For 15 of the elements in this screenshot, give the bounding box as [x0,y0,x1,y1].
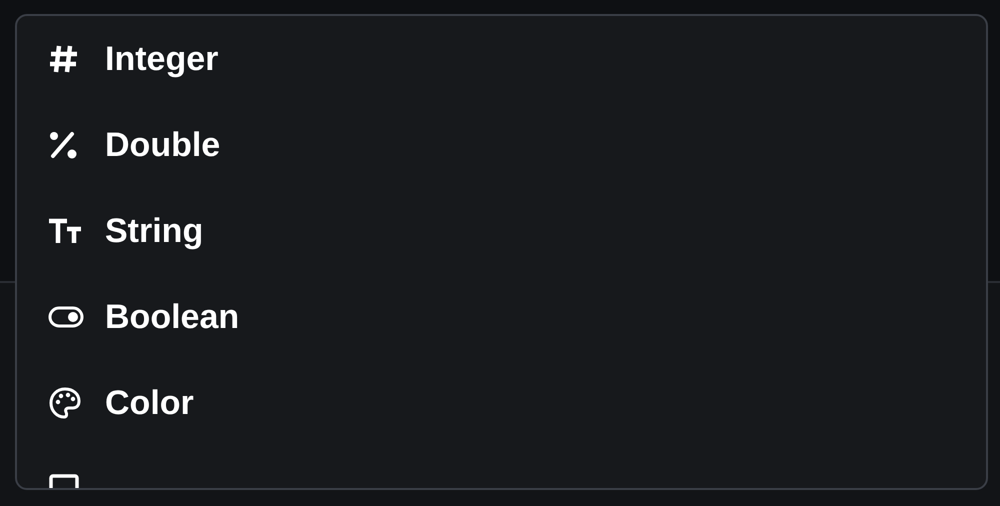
menu-item[interactable]: Double [17,102,986,188]
menu-item-label: Color [105,382,194,424]
menu-item[interactable]: Boolean [17,274,986,360]
percent-icon [48,130,78,160]
menu-item-label: Boolean [105,296,240,338]
menu-item[interactable]: Color [17,360,986,446]
toggle-icon [48,306,84,328]
palette-icon [48,386,82,420]
menu-item[interactable]: String [17,188,986,274]
hash-icon [48,43,80,75]
menu-item-label: Double [105,124,220,166]
menu-item-label: String [105,210,204,252]
menu-item-label: Integer [105,38,218,80]
menu-item[interactable]: Integer [17,16,986,102]
text-size-icon [48,218,82,244]
